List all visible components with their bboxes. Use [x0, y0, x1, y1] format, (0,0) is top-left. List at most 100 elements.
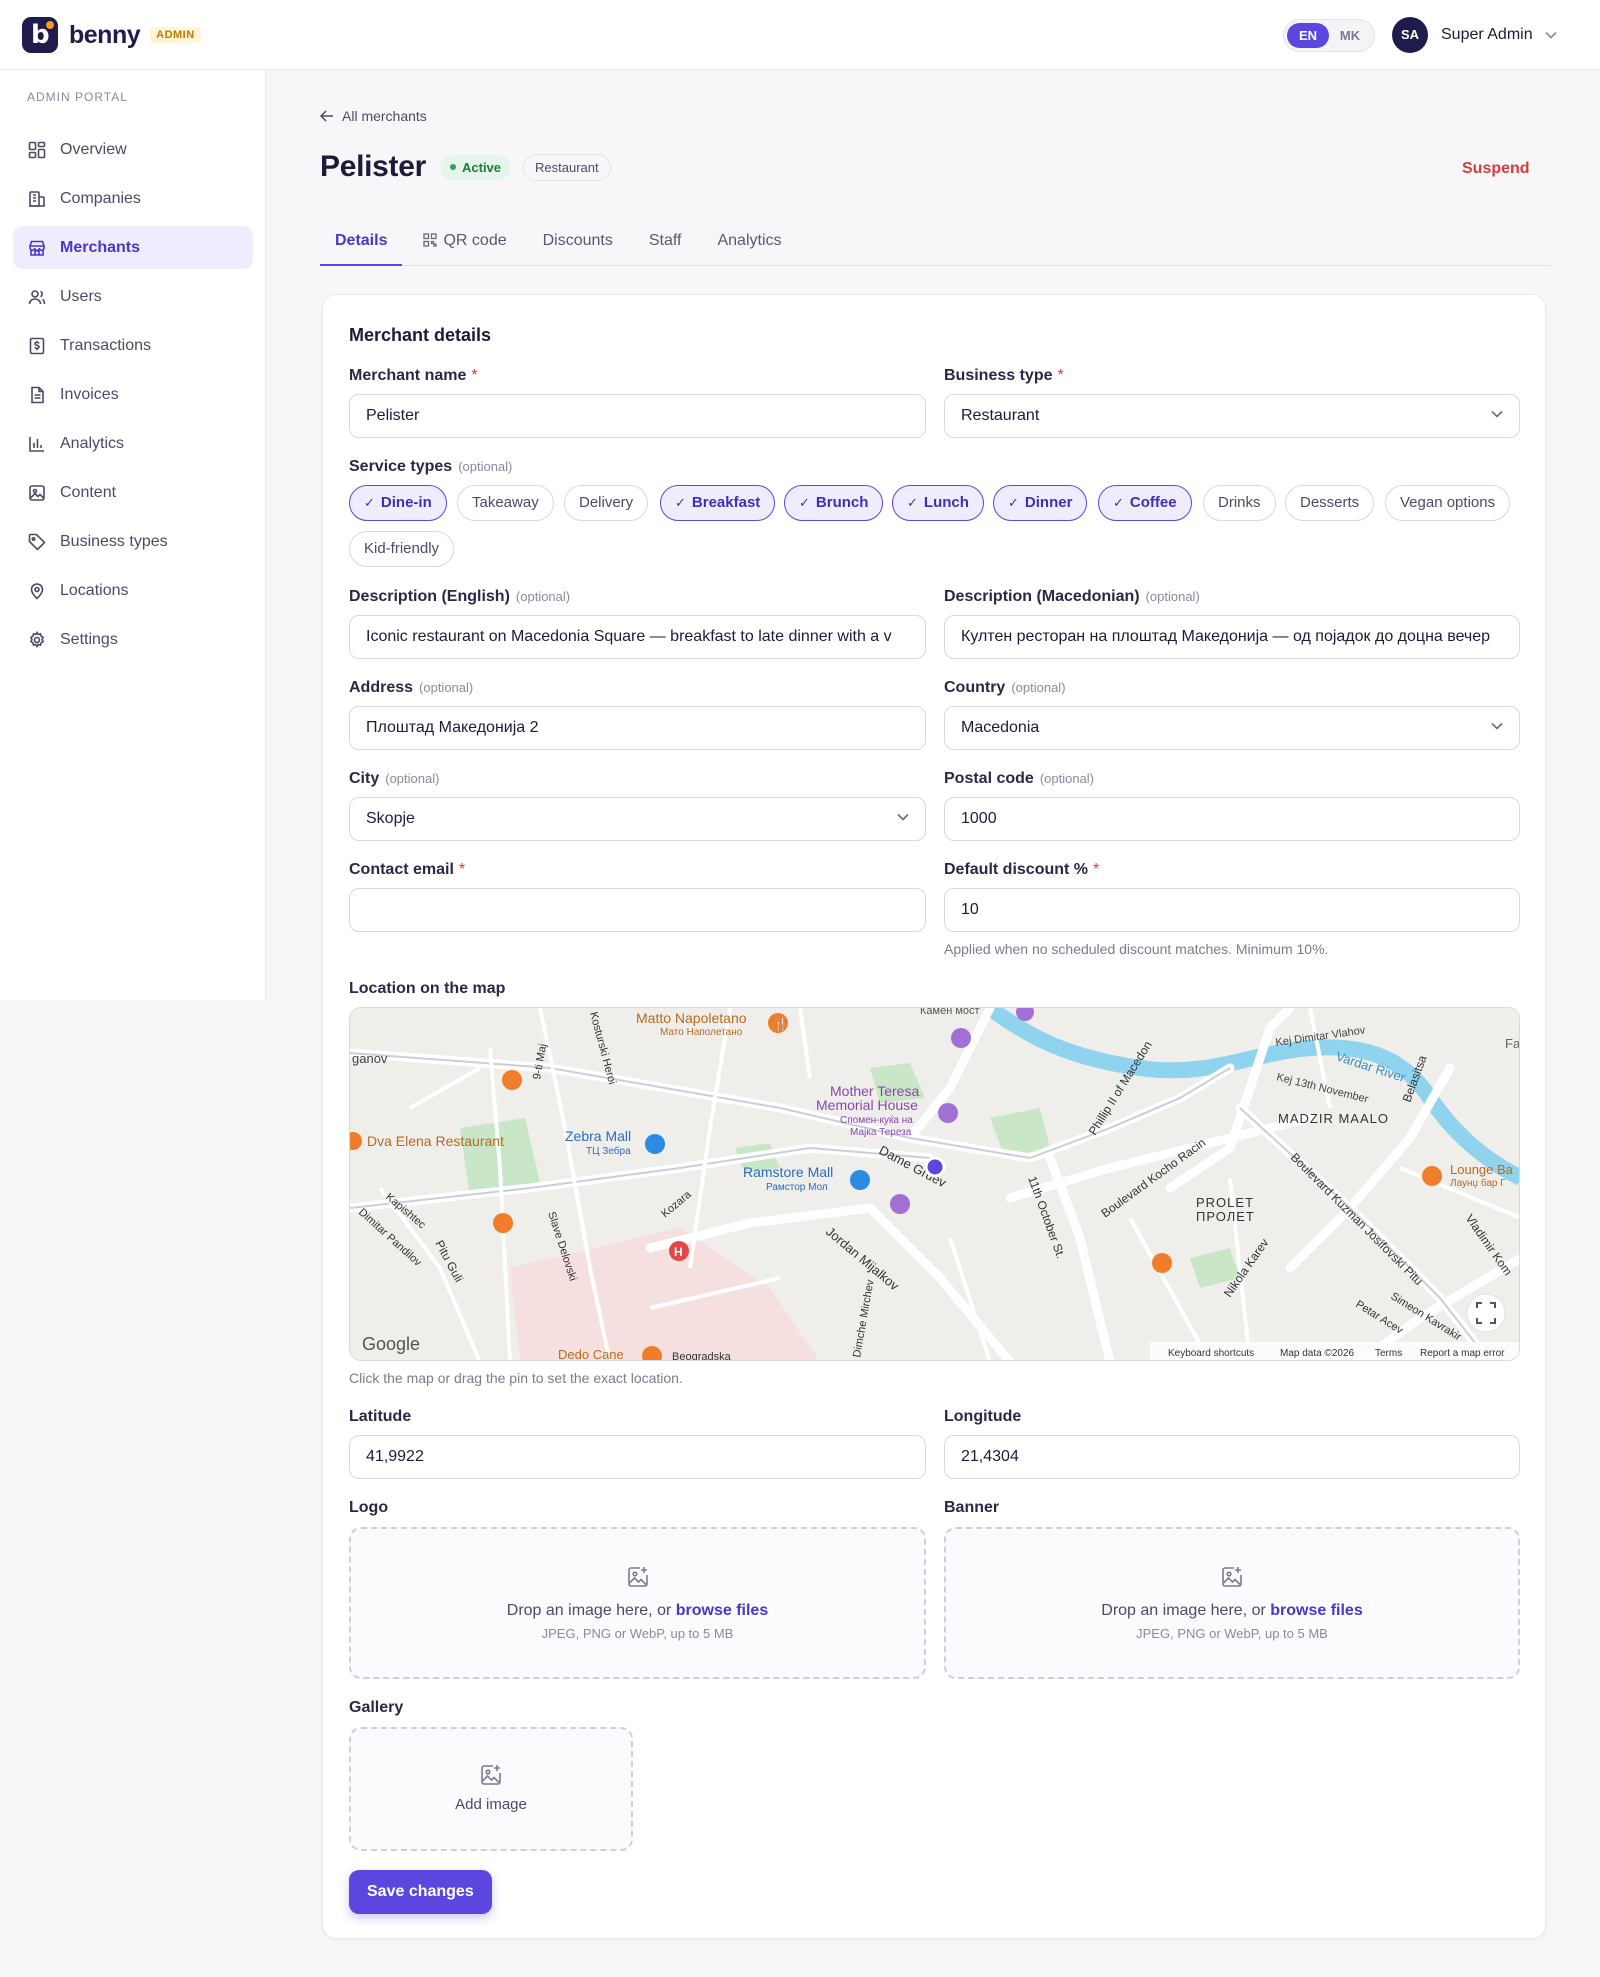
longitude-input[interactable]: 21,4304	[944, 1435, 1520, 1479]
sidebar-section-title: ADMIN PORTAL	[27, 90, 128, 104]
sidebar-item-users[interactable]: Users	[13, 275, 253, 318]
user-menu[interactable]: SA Super Admin	[1392, 17, 1557, 53]
tab-staff[interactable]: Staff	[634, 226, 697, 266]
map-label-zebra-mk: ТЦ Зебра	[586, 1145, 631, 1157]
back-link[interactable]: All merchants	[320, 108, 427, 124]
logo-dropzone[interactable]: Drop an image here, or browse files JPEG…	[349, 1527, 926, 1679]
sidebar-item-locations[interactable]: Locations	[13, 569, 253, 612]
logo-drop-subtext: JPEG, PNG or WebP, up to 5 MB	[541, 1626, 734, 1641]
suspend-button[interactable]: Suspend	[1462, 160, 1530, 178]
tab-qr-code[interactable]: QR code	[408, 226, 521, 266]
service-chip-dine-in[interactable]: ✓ Dine-in	[349, 485, 447, 521]
tab-discounts[interactable]: Discounts	[528, 226, 628, 266]
sidebar-item-overview[interactable]: Overview	[13, 128, 253, 171]
map-fullscreen-icon[interactable]	[1466, 1293, 1506, 1333]
sidebar-item-content[interactable]: Content	[13, 471, 253, 514]
map-report-error-link[interactable]: Report a map error	[1420, 1348, 1505, 1359]
country-select[interactable]: Macedonia	[944, 706, 1520, 750]
svg-text:Matto Napoletano: Matto Napoletano	[636, 1010, 747, 1026]
default-discount-label: Default discount % *	[944, 861, 1099, 879]
map-keyboard-shortcuts-link[interactable]: Keyboard shortcuts	[1168, 1348, 1254, 1359]
service-chip-takeaway[interactable]: Takeaway	[457, 485, 554, 521]
banner-browse-link[interactable]: browse files	[1270, 1602, 1362, 1619]
service-chip-breakfast[interactable]: ✓ Breakfast	[660, 485, 776, 521]
tab-label: Staff	[648, 232, 682, 249]
description-mk-input[interactable]: Култен ресторан на плоштад Македонија — …	[944, 615, 1520, 659]
brand[interactable]: b benny ADMIN	[22, 17, 201, 53]
service-chip-delivery[interactable]: Delivery	[564, 485, 649, 521]
service-chip-drinks[interactable]: Drinks	[1203, 485, 1276, 521]
banner-drop-subtext: JPEG, PNG or WebP, up to 5 MB	[1136, 1626, 1328, 1641]
back-link-label: All merchants	[342, 108, 427, 124]
contact-email-input[interactable]	[349, 888, 926, 932]
city-select[interactable]: Skopje	[349, 797, 926, 841]
logo-browse-link[interactable]: browse files	[676, 1602, 768, 1619]
arrow-left-icon	[320, 110, 333, 122]
service-chip-kid-friendly[interactable]: Kid-friendly	[349, 531, 455, 567]
sidebar-item-transactions[interactable]: Transactions	[13, 324, 253, 367]
sidebar-item-business-types[interactable]: Business types	[13, 520, 253, 563]
service-chip-lunch[interactable]: ✓ Lunch	[892, 485, 984, 521]
file-icon	[31, 386, 44, 403]
brand-logo-icon: b	[22, 17, 58, 53]
map-label-lounge-mk: Лаунџ бар Г	[1450, 1177, 1506, 1189]
svg-text:H: H	[674, 1245, 683, 1259]
check-icon: ✓	[1113, 495, 1124, 510]
business-type-select[interactable]: Restaurant	[944, 394, 1520, 438]
map-label-mother-mk-2: Мајка Тереза	[850, 1127, 912, 1138]
image-icon	[29, 484, 45, 501]
service-chip-vegan-options[interactable]: Vegan options	[1385, 485, 1511, 521]
map-label-mother-mk-1: Спомен-куќа на	[840, 1115, 913, 1126]
default-discount-input[interactable]: 10	[944, 888, 1520, 932]
select-value: Skopje	[366, 810, 415, 827]
business-type-label: Business type *	[944, 367, 1064, 385]
lang-en-button[interactable]: EN	[1287, 23, 1329, 48]
service-chip-brunch[interactable]: ✓ Brunch	[784, 485, 884, 521]
map-poi-museum-icon	[938, 1103, 958, 1123]
contact-email-label: Contact email *	[349, 861, 465, 879]
location-map[interactable]: Matto Napoletano Мато Наполетано Камен м…	[349, 1007, 1520, 1361]
service-chip-coffee[interactable]: ✓ Coffee	[1098, 485, 1192, 521]
tab-label: Analytics	[717, 232, 782, 249]
service-chip-dinner[interactable]: ✓ Dinner	[993, 485, 1088, 521]
map-label-zebra: Zebra Mall	[565, 1128, 631, 1144]
sidebar-item-merchants[interactable]: Merchants	[13, 226, 253, 269]
postal-code-label: Postal code (optional)	[944, 770, 1094, 788]
description-en-label: Description (English) (optional)	[349, 588, 570, 606]
gallery-add-image[interactable]: Add image	[349, 1727, 633, 1851]
map-terms-link[interactable]: Terms	[1375, 1348, 1402, 1359]
save-changes-button[interactable]: Save changes	[349, 1870, 492, 1914]
optional-tag: (optional)	[419, 680, 474, 695]
merchant-name-input[interactable]: Pelister	[349, 394, 926, 438]
postal-code-input[interactable]: 1000	[944, 797, 1520, 841]
tab-analytics[interactable]: Analytics	[702, 226, 796, 266]
status-badge-label: Active	[462, 159, 502, 175]
image-add-icon	[627, 1567, 648, 1587]
map-poi-bar-icon	[502, 1070, 522, 1090]
sidebar: ADMIN PORTAL Overview Companies Merchant…	[0, 70, 266, 1000]
description-en-input[interactable]: Iconic restaurant on Macedonia Square — …	[349, 615, 926, 659]
map-label-mother-2: Memorial House	[816, 1097, 918, 1113]
map-label: Location on the map	[349, 980, 506, 997]
avatar: SA	[1392, 17, 1428, 53]
latitude-input[interactable]: 41,9922	[349, 1435, 926, 1479]
check-icon: ✓	[799, 495, 810, 510]
tab-details[interactable]: Details	[320, 226, 403, 266]
service-chip-desserts[interactable]: Desserts	[1285, 485, 1375, 521]
sidebar-item-analytics[interactable]: Analytics	[13, 422, 253, 465]
sidebar-item-label: Transactions	[60, 336, 151, 354]
chevron-down-icon	[1491, 722, 1503, 730]
map-label-dedo-cane: Dedo Cane	[558, 1347, 624, 1361]
chip-label: Vegan options	[1400, 494, 1496, 511]
label-text: City	[349, 770, 380, 787]
sidebar-item-companies[interactable]: Companies	[13, 177, 253, 220]
sidebar-item-settings[interactable]: Settings	[13, 618, 253, 661]
banner-dropzone[interactable]: Drop an image here, or browse files JPEG…	[944, 1527, 1520, 1679]
map-selected-pin-icon[interactable]	[924, 1156, 946, 1178]
sidebar-item-invoices[interactable]: Invoices	[13, 373, 253, 416]
svg-text:🍴: 🍴	[773, 1017, 788, 1031]
status-badge: Active	[440, 154, 512, 180]
brand-name: benny	[69, 20, 141, 49]
lang-mk-button[interactable]: MK	[1329, 23, 1371, 48]
address-input[interactable]: Плоштад Македонија 2	[349, 706, 926, 750]
